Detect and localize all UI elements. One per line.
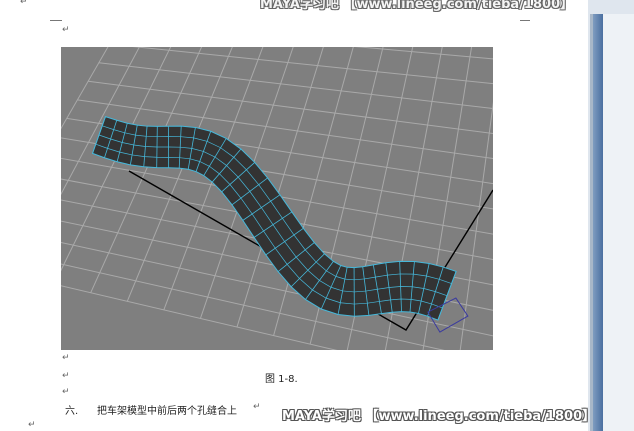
paragraph-mark: ↵: [62, 25, 70, 35]
figure-caption: 图 1-8.: [265, 374, 298, 385]
maya-viewport-image: [61, 47, 493, 350]
step-instruction: 把车架模型中前后两个孔缝合上: [97, 406, 237, 417]
grid-line: [98, 62, 493, 110]
document-page: MAYA学习吧 【www.lineeg.com/tieba/1800】 ↵ ↵ …: [0, 0, 588, 431]
step-number: 六.: [65, 406, 79, 417]
grid-line: [354, 47, 493, 60]
viewport-render: [61, 47, 493, 350]
paragraph-mark: ↵: [62, 387, 70, 397]
paragraph-mark: ↵: [253, 402, 261, 412]
paragraph-mark: ↵: [28, 420, 36, 430]
paragraph-mark: ↵: [20, 0, 28, 7]
scrollbar-track[interactable]: [603, 14, 634, 431]
margin-corner-top-right: [520, 10, 530, 21]
paragraph-mark: ↵: [62, 353, 70, 363]
vertical-scrollbar[interactable]: [588, 0, 634, 431]
watermark-bottom: MAYA学习吧 【www.lineeg.com/tieba/1800】: [282, 409, 596, 424]
margin-corner-top-left: [50, 10, 62, 21]
paragraph-mark: ↵: [62, 371, 70, 381]
scrollbar-thumb[interactable]: [593, 14, 603, 431]
